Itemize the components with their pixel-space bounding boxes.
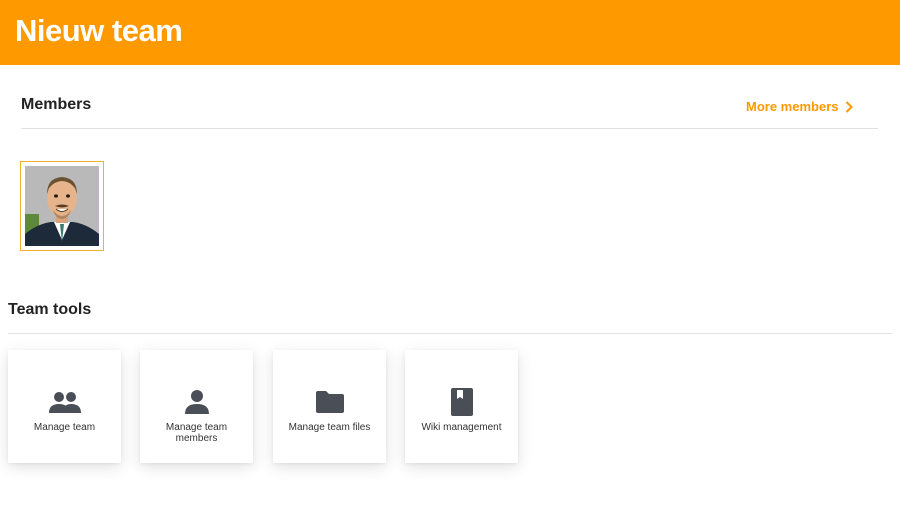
chevron-right-icon	[846, 100, 854, 113]
wiki-management-label: Wiki management	[421, 422, 502, 433]
person-icon	[181, 388, 213, 416]
more-members-link[interactable]: More members	[746, 99, 854, 114]
manage-team-files-card[interactable]: Manage team files	[273, 350, 386, 463]
team-tools-divider	[8, 333, 892, 334]
more-members-label: More members	[746, 99, 839, 114]
manage-team-members-card[interactable]: Manage team members	[140, 350, 253, 463]
members-divider	[21, 128, 878, 129]
member-avatar[interactable]	[20, 161, 104, 251]
folder-icon	[314, 388, 346, 416]
group-icon	[48, 388, 81, 416]
manage-team-label: Manage team	[33, 422, 96, 433]
manage-team-files-label: Manage team files	[288, 422, 371, 433]
members-heading: Members	[21, 96, 92, 113]
book-icon	[446, 388, 478, 416]
team-tools-heading: Team tools	[8, 301, 92, 318]
avatar	[25, 166, 99, 246]
page-header: Nieuw team	[0, 0, 900, 65]
manage-team-members-label: Manage team members	[165, 422, 228, 444]
page-title: Nieuw team	[15, 13, 183, 48]
wiki-management-card[interactable]: Wiki management	[405, 350, 518, 463]
manage-team-card[interactable]: Manage team	[8, 350, 121, 463]
